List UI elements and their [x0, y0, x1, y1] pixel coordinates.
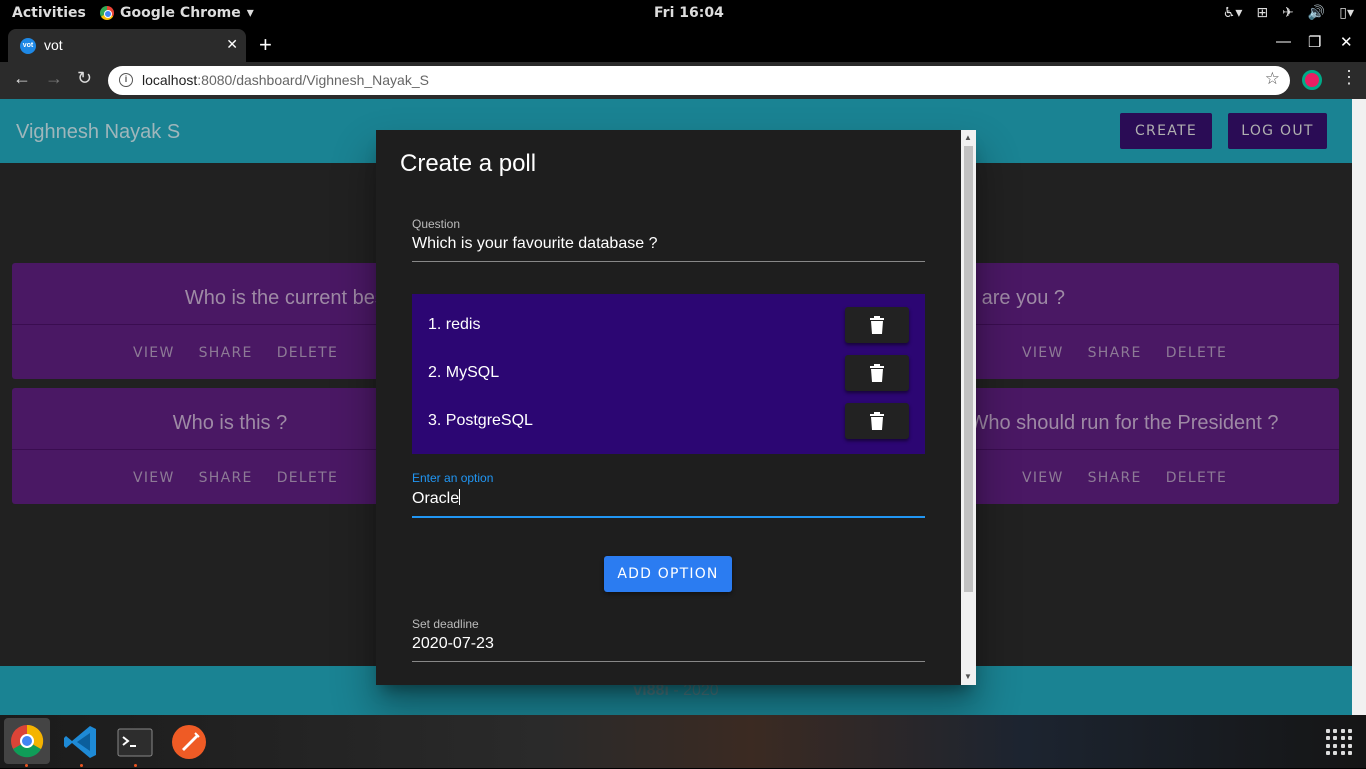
add-option-button[interactable]: ADD OPTION [604, 556, 732, 592]
option-label: Enter an option [412, 471, 494, 485]
vscode-icon [64, 726, 96, 758]
scroll-up-icon[interactable]: ▲ [964, 133, 972, 142]
airplane-icon: ✈ [1282, 5, 1294, 21]
chrome-icon [11, 724, 44, 758]
option-text: 3. PostgreSQL [428, 412, 533, 429]
create-button[interactable]: CREATE [1120, 113, 1212, 149]
share-button[interactable]: SHARE [199, 470, 253, 486]
profile-avatar[interactable] [1302, 70, 1322, 90]
favicon-icon: vot [20, 38, 36, 54]
dock-chrome[interactable] [4, 718, 50, 764]
chevron-down-icon: ▾ [246, 5, 254, 21]
view-button[interactable]: VIEW [1022, 470, 1064, 486]
info-icon[interactable]: i [119, 73, 133, 87]
volume-icon: 🔊 [1307, 5, 1326, 21]
new-tab-icon[interactable]: + [259, 32, 272, 58]
view-button[interactable]: VIEW [1022, 345, 1064, 361]
option-item: 1. redis [412, 302, 925, 350]
url-host: localhost [142, 72, 198, 88]
poll-actions: VIEW SHARE DELETE [1022, 470, 1227, 486]
activities-button[interactable]: Activities [12, 5, 86, 21]
bookmark-star-icon[interactable]: ☆ [1265, 69, 1280, 89]
delete-option-button[interactable] [845, 355, 909, 391]
create-poll-dialog: Create a poll Question Which is your fav… [376, 130, 976, 685]
option-item: 3. PostgreSQL [412, 398, 925, 446]
terminal-icon [117, 728, 153, 757]
deadline-field[interactable]: Set deadline 2020-07-23 [412, 617, 925, 662]
running-indicator [80, 764, 83, 767]
reload-icon[interactable]: ↻ [77, 68, 92, 89]
trash-icon [870, 316, 884, 334]
delete-button[interactable]: DELETE [1166, 470, 1227, 486]
dialog-scrollbar[interactable]: ▲ ▼ [961, 130, 976, 685]
back-icon[interactable]: ← [13, 68, 31, 89]
poll-actions: VIEW SHARE DELETE [133, 345, 338, 361]
dock-postman[interactable] [168, 721, 210, 763]
dock-terminal[interactable] [114, 721, 156, 763]
delete-option-button[interactable] [845, 307, 909, 343]
scroll-thumb[interactable] [964, 146, 973, 592]
logout-button[interactable]: LOG OUT [1228, 113, 1327, 149]
tab-strip: vot vot ✕ + — ❐ ✕ [0, 27, 1366, 62]
view-button[interactable]: VIEW [133, 345, 175, 361]
text-caret [459, 489, 461, 505]
minimize-icon[interactable]: — [1276, 33, 1291, 50]
dock-vscode[interactable] [60, 721, 102, 763]
delete-option-button[interactable] [845, 403, 909, 439]
delete-button[interactable]: DELETE [277, 470, 338, 486]
address-bar[interactable]: i localhost:8080/dashboard/Vighnesh_Naya… [108, 66, 1290, 95]
close-tab-icon[interactable]: ✕ [226, 36, 238, 53]
question-field[interactable]: Question Which is your favourite databas… [412, 217, 925, 262]
close-window-icon[interactable]: ✕ [1340, 33, 1353, 51]
chrome-icon [100, 6, 114, 20]
option-input-value: Oracle [412, 490, 460, 507]
running-indicator [25, 764, 28, 767]
app-menu[interactable]: Google Chrome ▾ [100, 5, 254, 21]
network-icon[interactable]: ⊞ [1256, 5, 1268, 21]
forward-icon[interactable]: → [45, 68, 63, 89]
show-apps-icon[interactable] [1326, 729, 1352, 755]
battery-icon: ▯▾ [1339, 5, 1354, 21]
question-label: Question [412, 217, 461, 231]
delete-button[interactable]: DELETE [277, 345, 338, 361]
trash-icon [870, 364, 884, 382]
view-button[interactable]: VIEW [133, 470, 175, 486]
option-input[interactable]: Oracle [412, 489, 925, 518]
url-text[interactable]: localhost:8080/dashboard/Vighnesh_Nayak_… [142, 72, 429, 88]
system-tray[interactable]: ♿▾ ⊞ ✈ 🔊 ▯▾ [1223, 5, 1354, 21]
question-input[interactable]: Which is your favourite database ? [412, 235, 925, 262]
app-menu-label: Google Chrome [120, 5, 241, 21]
url-path: :8080/dashboard/Vighnesh_Nayak_S [197, 72, 429, 88]
deadline-label: Set deadline [412, 617, 479, 631]
poll-actions: VIEW SHARE DELETE [133, 470, 338, 486]
option-item: 2. MySQL [412, 350, 925, 398]
page-scrollbar[interactable] [1352, 99, 1366, 715]
option-text: 1. redis [428, 316, 481, 333]
postman-icon [172, 725, 206, 759]
system-top-bar: Activities Google Chrome ▾ Fri 16:04 ♿▾ … [0, 0, 1366, 27]
running-indicator [134, 764, 137, 767]
share-button[interactable]: SHARE [199, 345, 253, 361]
share-button[interactable]: SHARE [1088, 345, 1142, 361]
deadline-input[interactable]: 2020-07-23 [412, 635, 925, 662]
clock[interactable]: Fri 16:04 [654, 5, 724, 21]
options-list: 1. redis 2. MySQL 3. PostgreSQL [412, 294, 925, 454]
restore-icon[interactable]: ❐ [1308, 33, 1321, 51]
more-menu-icon[interactable]: ⋮ [1340, 67, 1358, 88]
trash-icon [870, 412, 884, 430]
accessibility-icon[interactable]: ♿▾ [1223, 5, 1243, 21]
browser-tab[interactable]: vot vot ✕ [8, 29, 246, 62]
scroll-down-icon[interactable]: ▼ [964, 672, 972, 681]
share-button[interactable]: SHARE [1088, 470, 1142, 486]
browser-toolbar: ← → ↻ i localhost:8080/dashboard/Vighnes… [0, 62, 1366, 99]
dialog-title: Create a poll [400, 150, 537, 177]
tab-title: vot [44, 37, 63, 53]
delete-button[interactable]: DELETE [1166, 345, 1227, 361]
poll-actions: VIEW SHARE DELETE [1022, 345, 1227, 361]
user-name: Vighnesh Nayak S [16, 121, 181, 143]
option-text: 2. MySQL [428, 364, 500, 381]
option-field[interactable]: Enter an option Oracle [412, 471, 925, 518]
dock [0, 715, 1366, 768]
